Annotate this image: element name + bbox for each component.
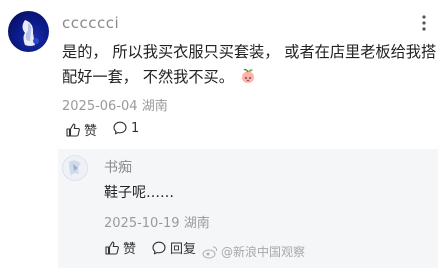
avatar[interactable]	[8, 11, 49, 52]
watermark-text: @新浪中国观察	[221, 245, 306, 259]
comment-meta: 2025-06-04 湖南	[62, 95, 168, 114]
comment-button[interactable]: 1	[112, 120, 139, 136]
reply-reply-button[interactable]: 回复	[151, 238, 196, 257]
comment-icon	[113, 121, 127, 135]
reply-meta: 2025-10-19 湖南	[104, 212, 210, 231]
reply-username[interactable]: 书痴	[104, 157, 132, 177]
reply-like-button[interactable]: 赞	[104, 238, 136, 257]
reply-text: 鞋子呢……	[104, 185, 174, 201]
weibo-logo-icon	[202, 246, 218, 258]
reply-avatar[interactable]	[62, 155, 88, 181]
like-button[interactable]: 赞	[65, 120, 97, 139]
reply-date: 2025-10-19	[104, 216, 180, 231]
thumb-up-icon	[105, 240, 119, 255]
reply-location: 湖南	[183, 216, 210, 231]
comment-location: 湖南	[141, 99, 168, 114]
like-label: 赞	[84, 124, 98, 139]
reply-like-label: 赞	[123, 242, 137, 257]
more-icon[interactable]	[415, 14, 433, 32]
thumb-up-icon	[66, 122, 80, 137]
comment-username[interactable]: cccccci	[62, 14, 119, 32]
watermark: @新浪中国观察	[202, 243, 305, 260]
peach-emoji-icon	[239, 67, 257, 85]
reply-count: 1	[131, 120, 140, 136]
comment-icon	[152, 241, 166, 254]
comment-date: 2025-06-04	[62, 99, 138, 114]
comment-text: 是的， 所以我买衣服只买套装， 或者在店里老板给我搭配好一套， 不然我不买。	[62, 40, 440, 90]
reply-reply-label: 回复	[170, 242, 197, 257]
